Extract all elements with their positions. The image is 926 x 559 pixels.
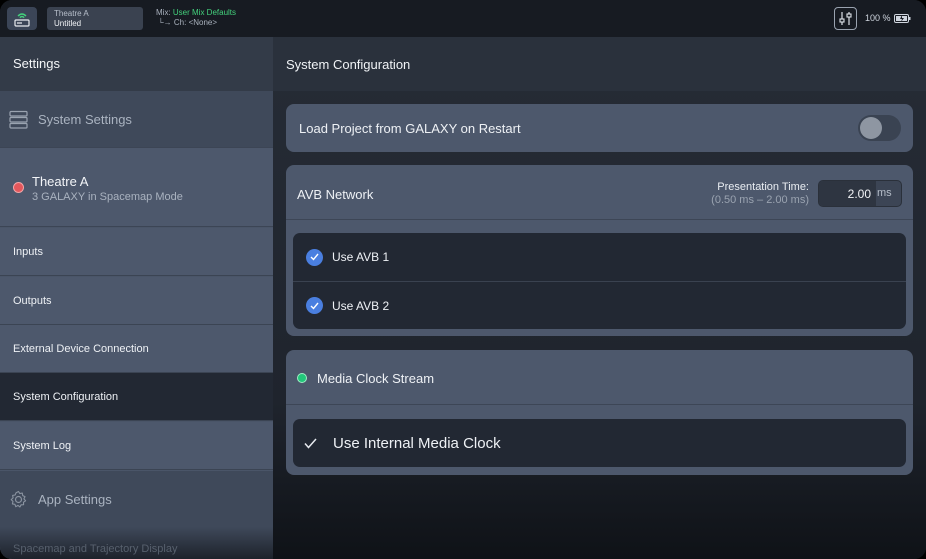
media-clock-option-label: Use Internal Media Clock xyxy=(333,434,501,452)
sidebar-item-label: Inputs xyxy=(13,245,43,258)
sidebar-item-device[interactable]: Theatre A 3 GALAXY in Spacemap Mode xyxy=(0,147,273,227)
avb-network-title: AVB Network xyxy=(297,187,374,202)
sidebar-section-app-settings[interactable]: App Settings xyxy=(0,471,273,527)
avb-option-label: Use AVB 1 xyxy=(332,250,390,264)
checkmark-circle-icon xyxy=(306,297,323,314)
divider xyxy=(286,404,913,405)
sidebar-item-spacemap-trajectory[interactable]: Spacemap and Trajectory Display xyxy=(0,527,273,559)
device-status-dot xyxy=(13,182,24,193)
main-panel: System Configuration Load Project from G… xyxy=(273,37,926,559)
app-window: Theatre A Untitled Mix: User Mix Default… xyxy=(0,0,926,559)
channel-info: └→ Ch: <None> xyxy=(156,18,236,28)
corner-arrow-icon: └→ xyxy=(158,18,174,27)
device-network-icon xyxy=(14,12,30,27)
use-avb-2-option[interactable]: Use AVB 2 xyxy=(293,281,906,329)
device-home-button[interactable] xyxy=(7,7,37,30)
load-project-card: Load Project from GALAXY on Restart xyxy=(286,104,913,152)
avb-options-list: Use AVB 1 Use AVB 2 xyxy=(293,233,906,329)
sidebar-item-label: System Configuration xyxy=(13,390,119,403)
channel-value: Ch: <None> xyxy=(173,18,218,27)
avb-option-label: Use AVB 2 xyxy=(332,298,390,313)
load-project-toggle[interactable] xyxy=(858,115,901,141)
divider xyxy=(286,219,913,220)
media-clock-title: Media Clock Stream xyxy=(317,371,435,386)
sidebar-section-label: System Settings xyxy=(38,111,132,127)
mixer-button[interactable] xyxy=(834,7,857,30)
device-name: Theatre A xyxy=(32,174,89,189)
sidebar-item-label: Outputs xyxy=(13,294,52,307)
sliders-icon xyxy=(839,12,852,25)
mix-value: User Mix Defaults xyxy=(172,8,237,17)
device-subtitle: 3 GALAXY in Spacemap Mode xyxy=(32,191,183,203)
clock-status-dot xyxy=(297,373,307,383)
presentation-time-text: Presentation Time: xyxy=(717,181,809,193)
sidebar-item-outputs[interactable]: Outputs xyxy=(0,277,273,325)
mix-prefix: Mix: xyxy=(156,8,171,17)
sidebar-item-label: Spacemap and Trajectory Display xyxy=(13,543,178,555)
presentation-time-range: (0.50 ms – 2.00 ms) xyxy=(711,194,809,206)
top-bar: Theatre A Untitled Mix: User Mix Default… xyxy=(0,0,926,37)
battery-percent: 100 % xyxy=(865,13,891,23)
mix-info[interactable]: Mix: User Mix Defaults └→ Ch: <None> xyxy=(156,8,236,28)
checkmark-icon xyxy=(304,438,317,449)
toggle-knob xyxy=(860,117,882,139)
load-project-label: Load Project from GALAXY on Restart xyxy=(299,121,521,136)
presentation-time-field: ms xyxy=(818,180,902,207)
page-title: System Configuration xyxy=(273,37,926,91)
presentation-time-label: Presentation Time: (0.50 ms – 2.00 ms) xyxy=(711,181,809,207)
battery-charging-icon xyxy=(893,13,911,23)
project-selector[interactable]: Theatre A Untitled xyxy=(47,7,143,30)
sidebar-title: Settings xyxy=(0,37,273,91)
media-clock-card: Media Clock Stream Use Internal Media Cl… xyxy=(286,350,913,475)
project-name: Untitled xyxy=(54,19,82,28)
sidebar-item-system-log[interactable]: System Log xyxy=(0,422,273,470)
server-stack-icon xyxy=(9,110,28,129)
settings-sidebar: Settings System Settings Theatre A 3 GAL… xyxy=(0,37,273,559)
gear-icon xyxy=(10,490,27,508)
sidebar-item-system-configuration[interactable]: System Configuration xyxy=(0,373,273,421)
use-internal-media-clock-option[interactable]: Use Internal Media Clock xyxy=(293,419,906,467)
sidebar-item-label: External Device Connection xyxy=(13,342,149,355)
sidebar-item-external-device-connection[interactable]: External Device Connection xyxy=(0,325,273,373)
checkmark-circle-icon xyxy=(306,248,323,266)
sidebar-section-label: App Settings xyxy=(38,491,112,507)
sidebar-item-inputs[interactable]: Inputs xyxy=(0,228,273,276)
use-avb-1-option[interactable]: Use AVB 1 xyxy=(293,233,906,281)
project-venue: Theatre A xyxy=(54,9,89,18)
sidebar-section-system-settings[interactable]: System Settings xyxy=(0,91,273,147)
presentation-time-unit: ms xyxy=(877,187,892,199)
avb-network-card: AVB Network Presentation Time: (0.50 ms … xyxy=(286,165,913,336)
sidebar-item-label: System Log xyxy=(13,439,72,452)
battery-status: 100 % xyxy=(865,13,911,23)
presentation-time-input[interactable] xyxy=(819,181,876,206)
